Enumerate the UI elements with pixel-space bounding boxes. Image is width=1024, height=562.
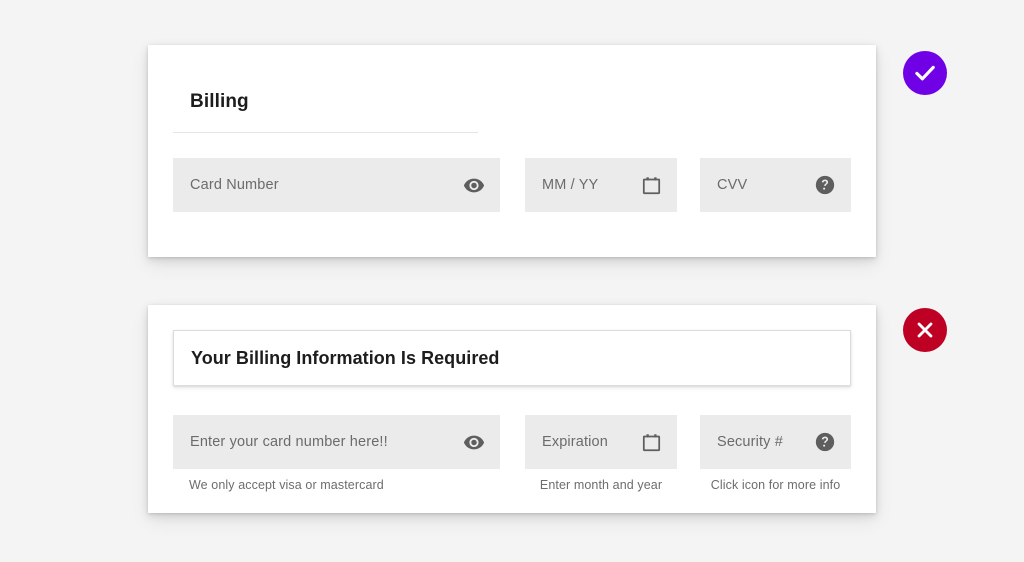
cvv-label: CVV bbox=[717, 177, 748, 193]
help-circle-icon[interactable] bbox=[813, 430, 837, 454]
card-number-input-2[interactable]: Enter your card number here!! bbox=[173, 415, 500, 469]
page-title: Billing bbox=[190, 91, 249, 112]
expiration-field-group-2: Expiration Enter month and year bbox=[525, 415, 677, 492]
expiration-input-2[interactable]: Expiration bbox=[525, 415, 677, 469]
calendar-icon[interactable] bbox=[639, 173, 663, 197]
card-number-field-group-2: Enter your card number here!! We only ac… bbox=[173, 415, 500, 492]
status-badge-error bbox=[903, 308, 947, 352]
card-number-label: Card Number bbox=[190, 177, 279, 193]
status-badge-success bbox=[903, 51, 947, 95]
help-circle-icon[interactable] bbox=[813, 173, 837, 197]
expiration-field-group: MM / YY bbox=[525, 158, 677, 212]
cvv-field-group: CVV bbox=[700, 158, 851, 212]
card-number-label-2: Enter your card number here!! bbox=[190, 434, 388, 450]
card-number-field-group: Card Number bbox=[173, 158, 500, 212]
billing-card: Billing Card Number MM / YY CVV bbox=[148, 45, 876, 257]
security-field-group: Security # Click icon for more info bbox=[700, 415, 851, 492]
security-helper-text: Click icon for more info bbox=[710, 478, 841, 492]
expiration-label-2: Expiration bbox=[542, 434, 608, 450]
calendar-icon[interactable] bbox=[639, 430, 663, 454]
notice-title: Your Billing Information Is Required bbox=[191, 347, 500, 368]
eye-icon[interactable] bbox=[462, 173, 486, 197]
security-label: Security # bbox=[717, 434, 783, 450]
billing-required-card: Your Billing Information Is Required Ent… bbox=[148, 305, 876, 513]
title-divider bbox=[173, 132, 478, 133]
close-x-icon bbox=[914, 319, 936, 341]
security-input[interactable]: Security # bbox=[700, 415, 851, 469]
expiration-helper-text: Enter month and year bbox=[539, 478, 663, 492]
page-root: Billing Card Number MM / YY CVV Your Bil… bbox=[0, 0, 1024, 562]
eye-icon[interactable] bbox=[462, 430, 486, 454]
cvv-input[interactable]: CVV bbox=[700, 158, 851, 212]
notice-box: Your Billing Information Is Required bbox=[173, 330, 851, 386]
card-number-input[interactable]: Card Number bbox=[173, 158, 500, 212]
expiration-input[interactable]: MM / YY bbox=[525, 158, 677, 212]
card-number-helper-text: We only accept visa or mastercard bbox=[189, 478, 384, 492]
check-icon bbox=[912, 60, 938, 86]
expiration-label: MM / YY bbox=[542, 177, 599, 193]
